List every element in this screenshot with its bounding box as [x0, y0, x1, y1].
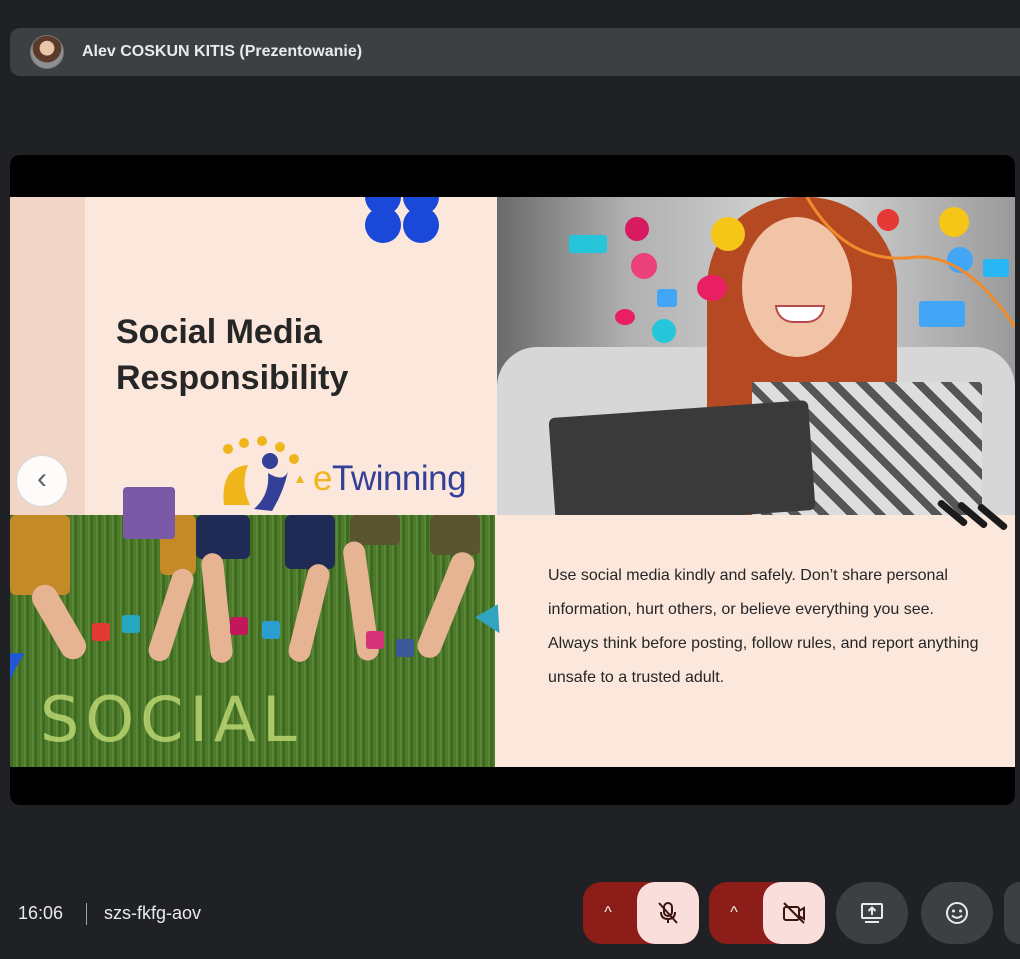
presenter-bar: Alev COSKUN KITIS (Prezentowanie) — [10, 28, 1020, 76]
slide: Social Media Responsibility eTwinning ‹ … — [10, 197, 1015, 767]
presentation-frame: Social Media Responsibility eTwinning ‹ … — [10, 155, 1015, 805]
slide-title: Social Media Responsibility — [116, 309, 476, 401]
girl-with-tablet-photo — [497, 197, 1015, 515]
slide-title-line-1: Social Media — [116, 313, 322, 351]
present-screen-button[interactable] — [836, 882, 908, 944]
hands-social-media-photo: SOCIAL MEDIA ( — [10, 515, 495, 767]
slide-body-text: Use social media kindly and safely. Don’… — [548, 567, 979, 686]
camera-options-button[interactable]: ^ — [709, 882, 759, 944]
social-media-grass-text: SOCIAL MEDIA — [40, 683, 303, 767]
mic-off-icon — [658, 902, 678, 924]
decor-blue-shape: ( — [10, 635, 25, 767]
reactions-button[interactable] — [921, 882, 993, 944]
decor-stripes — [935, 495, 1015, 535]
presenter-name: Alev COSKUN KITIS (Prezentowanie) — [82, 43, 363, 60]
slide-title-line-2: Responsibility — [116, 359, 349, 397]
decor-blue-circles — [365, 197, 439, 243]
camera-off-icon — [783, 902, 805, 924]
etwinning-wordmark: eTwinning — [313, 459, 467, 498]
footer-separator — [86, 903, 87, 925]
mic-control-group: ^ — [583, 882, 699, 944]
decor-purple-square — [123, 487, 175, 539]
presenter-avatar — [30, 35, 64, 69]
camera-toggle-button[interactable] — [763, 882, 825, 944]
meet-window: Alev COSKUN KITIS (Prezentowanie) Social… — [0, 0, 1020, 959]
previous-slide-button[interactable]: ‹ — [16, 455, 68, 507]
more-controls-button[interactable] — [1004, 882, 1020, 944]
camera-control-group: ^ — [709, 882, 825, 944]
etwinning-logo: eTwinning — [210, 435, 495, 515]
emoji-icon — [946, 902, 968, 924]
present-screen-icon — [861, 903, 883, 923]
mic-options-button[interactable]: ^ — [583, 882, 633, 944]
mic-toggle-button[interactable] — [637, 882, 699, 944]
meeting-code: szs-fkfg-aov — [104, 903, 202, 923]
clock: 16:06 — [18, 903, 64, 923]
etwinning-figures-icon — [223, 436, 304, 511]
